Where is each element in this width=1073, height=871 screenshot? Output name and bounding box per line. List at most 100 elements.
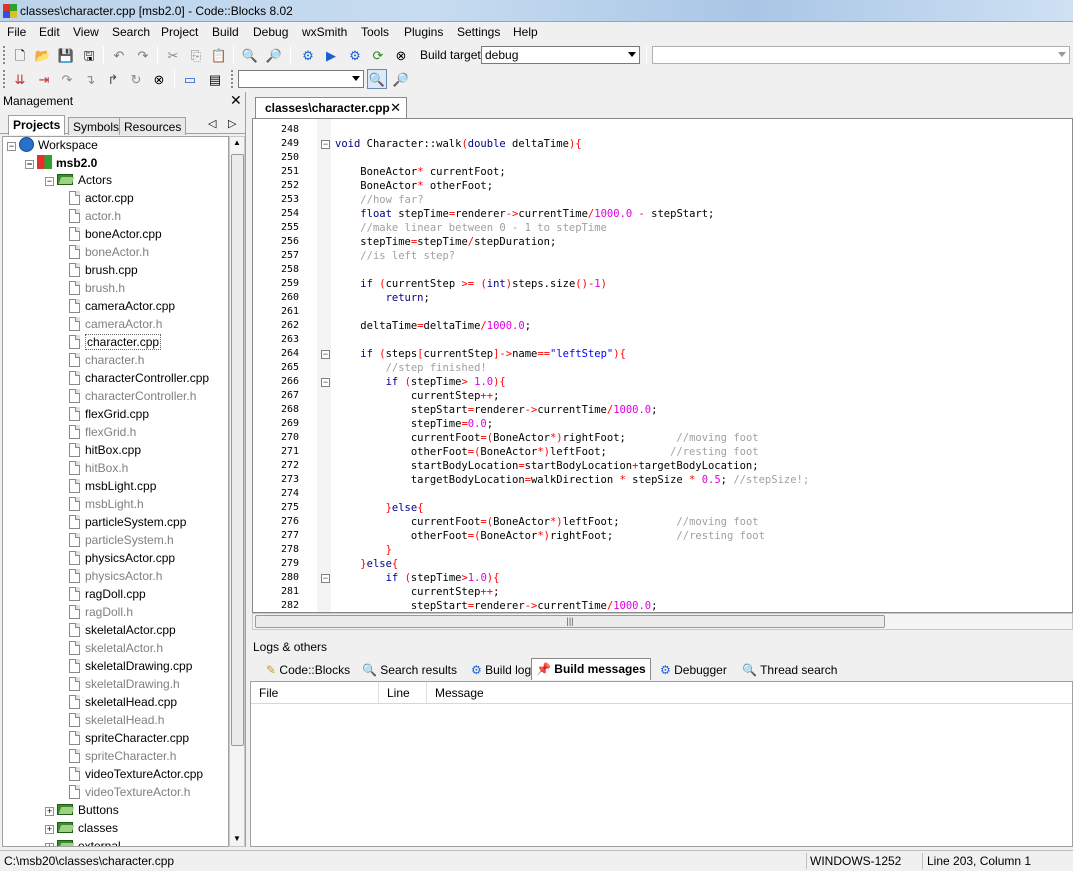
scroll-up-icon[interactable]: ▲: [233, 138, 241, 147]
tree-file-item[interactable]: physicsActor.h: [69, 569, 162, 587]
step-into-icon[interactable]: ↴: [80, 69, 100, 89]
tree-workspace[interactable]: − Workspace: [7, 137, 98, 155]
scrollbar-thumb[interactable]: [231, 154, 244, 746]
tree-file-item[interactable]: hitBox.cpp: [69, 443, 141, 461]
tab-projects[interactable]: Projects: [8, 115, 66, 135]
tree-file-item[interactable]: skeletalActor.cpp: [69, 623, 176, 641]
code-editor[interactable]: 248 249 250 251 252 253 254 255 256 257 258 259 260 2…: [252, 118, 1073, 613]
scrollbar-thumb[interactable]: |||: [255, 615, 885, 628]
collapse-icon[interactable]: −: [45, 177, 54, 186]
next-line-icon[interactable]: ↷: [57, 69, 77, 89]
tree-file-item[interactable]: videoTextureActor.h: [69, 785, 190, 803]
run-to-cursor-icon[interactable]: ⇥: [34, 69, 54, 89]
menu-search[interactable]: Search: [112, 25, 150, 39]
tab-character-cpp[interactable]: classes\character.cpp ✕: [255, 97, 407, 118]
redo-icon[interactable]: ↷: [133, 45, 153, 65]
tree-file-item[interactable]: actor.cpp: [69, 191, 134, 209]
menu-project[interactable]: Project: [161, 25, 198, 39]
new-file-icon[interactable]: 🗋: [10, 45, 30, 65]
tab-build-log[interactable]: ⚙ Build log: [467, 660, 535, 680]
collapse-icon[interactable]: −: [25, 160, 34, 169]
tree-file-item[interactable]: flexGrid.cpp: [69, 407, 149, 425]
open-folder-icon[interactable]: 📂: [33, 45, 53, 65]
tree-file-item[interactable]: boneActor.h: [69, 245, 149, 263]
tree-file-item[interactable]: characterController.cpp: [69, 371, 209, 389]
tree-scrollbar[interactable]: ▲ ▼: [229, 136, 245, 847]
find-icon[interactable]: 🔍: [240, 45, 260, 65]
scroll-down-icon[interactable]: ▼: [233, 834, 241, 843]
tree-folder-actors[interactable]: − Actors: [45, 173, 112, 191]
paste-icon[interactable]: 📋: [209, 45, 229, 65]
tree-folder-external[interactable]: + external: [45, 839, 121, 846]
search-combo[interactable]: [238, 70, 364, 88]
tree-file-item[interactable]: character.h: [69, 353, 144, 371]
step-out-icon[interactable]: ↱: [103, 69, 123, 89]
chevron-right-icon[interactable]: ▷: [228, 117, 236, 130]
expand-icon[interactable]: +: [45, 807, 54, 816]
tree-folder-classes[interactable]: + classes: [45, 821, 118, 839]
find-options-icon[interactable]: 🔎: [391, 69, 411, 89]
tab-thread-search[interactable]: 🔍 Thread search: [738, 660, 841, 680]
tree-file-item[interactable]: brush.h: [69, 281, 125, 299]
tree-file-item[interactable]: skeletalHead.cpp: [69, 695, 177, 713]
save-icon[interactable]: 💾: [56, 45, 76, 65]
tab-build-messages[interactable]: 📌 Build messages: [531, 658, 651, 680]
column-file[interactable]: File: [251, 682, 379, 704]
build-icon[interactable]: ⚙: [298, 45, 318, 65]
info-icon[interactable]: ▤: [205, 69, 225, 89]
tree-file-item[interactable]: particleSystem.cpp: [69, 515, 186, 533]
column-line[interactable]: Line: [379, 682, 427, 704]
tree-file-item[interactable]: physicsActor.cpp: [69, 551, 175, 569]
tab-symbols[interactable]: Symbols: [68, 117, 125, 135]
tree-file-item[interactable]: cameraActor.cpp: [69, 299, 175, 317]
menu-help[interactable]: Help: [513, 25, 538, 39]
fold-toggle-icon[interactable]: −: [321, 140, 330, 149]
menu-tools[interactable]: Tools: [361, 25, 389, 39]
menu-file[interactable]: File: [7, 25, 26, 39]
abort-icon[interactable]: ⊗: [391, 45, 411, 65]
expand-icon[interactable]: +: [45, 825, 54, 834]
rebuild-icon[interactable]: ⟳: [368, 45, 388, 65]
tree-file-item[interactable]: msbLight.cpp: [69, 479, 156, 497]
menu-view[interactable]: View: [73, 25, 99, 39]
fold-toggle-icon[interactable]: −: [321, 378, 330, 387]
fold-toggle-icon[interactable]: −: [321, 350, 330, 359]
tree-file-item[interactable]: ragDoll.cpp: [69, 587, 146, 605]
close-icon[interactable]: ✕: [230, 92, 242, 109]
toolbar-grip[interactable]: [3, 70, 7, 88]
run-icon[interactable]: ▶: [321, 45, 341, 65]
tree-file-item[interactable]: brush.cpp: [69, 263, 138, 281]
tree-file-item[interactable]: skeletalActor.h: [69, 641, 163, 659]
close-icon[interactable]: ✕: [390, 100, 401, 116]
editor-horizontal-scrollbar[interactable]: |||: [252, 613, 1073, 630]
find-icon[interactable]: 🔍: [367, 69, 387, 89]
tree-file-item[interactable]: boneActor.cpp: [69, 227, 162, 245]
debug-start-icon[interactable]: ⇊: [10, 69, 30, 89]
project-tree[interactable]: − Workspace − msb2.0 − Actors actor.cpp acto…: [2, 136, 229, 847]
tree-folder-buttons[interactable]: + Buttons: [45, 803, 119, 821]
tree-file-item[interactable]: msbLight.h: [69, 497, 144, 515]
toolbar-grip[interactable]: [3, 46, 7, 64]
tree-file-item[interactable]: cameraActor.h: [69, 317, 162, 335]
fold-toggle-icon[interactable]: −: [321, 574, 330, 583]
tree-file-item[interactable]: characterController.h: [69, 389, 196, 407]
build-target-select[interactable]: debug: [481, 46, 640, 64]
tree-project[interactable]: − msb2.0: [25, 155, 97, 173]
tree-file-item[interactable]: videoTextureActor.cpp: [69, 767, 203, 785]
menu-debug[interactable]: Debug: [253, 25, 288, 39]
tree-file-item[interactable]: character.cpp: [69, 334, 162, 353]
replace-icon[interactable]: 🔎: [264, 45, 284, 65]
tree-file-item[interactable]: skeletalHead.h: [69, 713, 164, 731]
tree-file-item[interactable]: flexGrid.h: [69, 425, 136, 443]
build-messages-table[interactable]: File Line Message: [250, 681, 1073, 847]
column-message[interactable]: Message: [427, 682, 1072, 704]
menu-build[interactable]: Build: [212, 25, 239, 39]
toolbar-grip[interactable]: [231, 70, 235, 88]
tree-file-item[interactable]: spriteCharacter.cpp: [69, 731, 189, 749]
build-and-run-icon[interactable]: ⚙: [345, 45, 365, 65]
menu-wxsmith[interactable]: wxSmith: [302, 25, 347, 39]
cut-icon[interactable]: ✂: [163, 45, 183, 65]
collapse-icon[interactable]: −: [7, 142, 16, 151]
tab-resources[interactable]: Resources: [119, 117, 187, 135]
chevron-left-icon[interactable]: ◁: [208, 117, 216, 130]
